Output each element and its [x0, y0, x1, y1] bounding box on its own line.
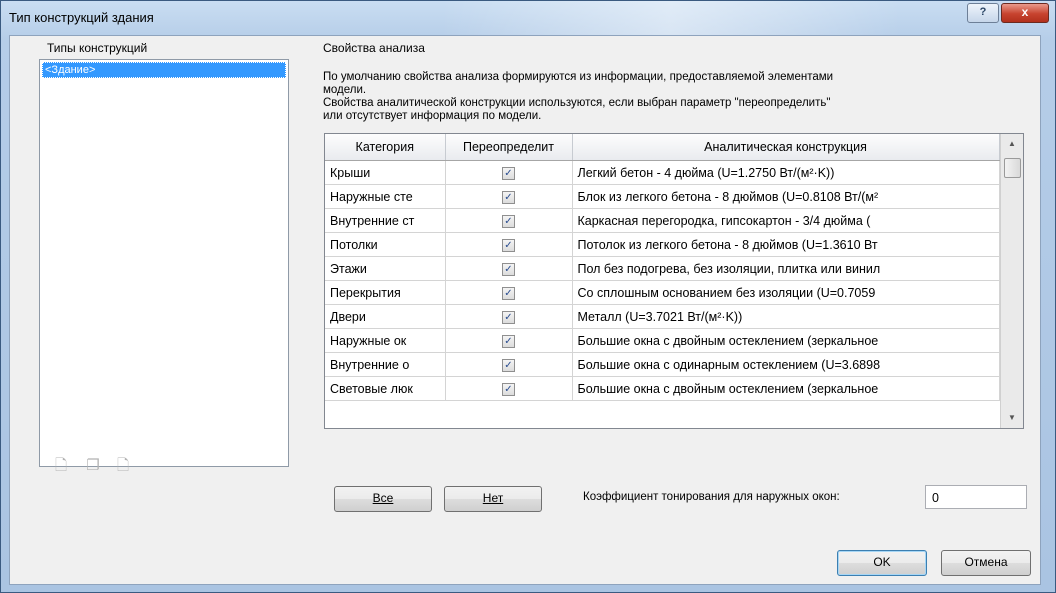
- override-cell: ✓: [445, 280, 573, 305]
- override-cell: ✓: [445, 328, 573, 353]
- construction-cell[interactable]: Большие окна с одинарным остеклением (U=…: [572, 352, 1000, 377]
- table-row[interactable]: Двери ✓ Металл (U=3.7021 Вт/(м²·K)): [325, 304, 1000, 329]
- table-row[interactable]: Потолки ✓ Потолок из легкого бетона - 8 дю…: [325, 232, 1000, 257]
- scroll-up-icon[interactable]: ▲: [1001, 134, 1023, 154]
- override-cell: ✓: [445, 256, 573, 281]
- category-cell[interactable]: Крыши: [325, 160, 446, 185]
- override-cell: ✓: [445, 376, 573, 401]
- select-none-label: Нет: [482, 491, 504, 505]
- override-cell: ✓: [445, 232, 573, 257]
- construction-cell[interactable]: Большие окна с двойным остеклением (зерк…: [572, 328, 1000, 353]
- dialog-title: Тип конструкций здания: [9, 10, 154, 25]
- table-row[interactable]: Внутренние ст ✓ Каркасная перегородка, гип…: [325, 208, 1000, 233]
- table-row[interactable]: Крыши ✓ Легкий бетон - 4 дюйма (U=1.2750 В…: [325, 160, 1000, 185]
- grid-vertical-scrollbar[interactable]: ▲ ▼: [1000, 134, 1023, 428]
- dialog-window: Тип конструкций здания ? x Типы конструк…: [0, 0, 1056, 593]
- override-checkbox[interactable]: ✓: [502, 359, 515, 372]
- scrollbar-thumb[interactable]: [1004, 158, 1021, 178]
- override-checkbox[interactable]: ✓: [502, 215, 515, 228]
- analysis-description: По умолчанию свойства анализа формируютс…: [323, 71, 1023, 123]
- override-cell: ✓: [445, 352, 573, 377]
- table-row[interactable]: Перекрытия ✓ Со сплошным основанием без из…: [325, 280, 1000, 305]
- category-cell[interactable]: Этажи: [325, 256, 446, 281]
- table-row[interactable]: Световые люк ✓ Большие окна с двойным осте…: [325, 376, 1000, 401]
- title-bar-glow: [441, 1, 901, 35]
- description-line: модели.: [323, 84, 367, 96]
- title-bar[interactable]: Тип конструкций здания ? x: [1, 1, 1055, 35]
- override-checkbox[interactable]: ✓: [502, 311, 515, 324]
- override-checkbox[interactable]: ✓: [502, 287, 515, 300]
- duplicate-construction-icon[interactable]: ❐: [85, 457, 101, 475]
- description-line: Свойства аналитической конструкции испол…: [323, 97, 831, 109]
- delete-construction-icon[interactable]: 🗋: [115, 457, 131, 475]
- new-construction-icon[interactable]: 🗋: [53, 457, 69, 475]
- category-cell[interactable]: Наружные сте: [325, 184, 446, 209]
- category-cell[interactable]: Наружные ок: [325, 328, 446, 353]
- construction-cell[interactable]: Каркасная перегородка, гипсокартон - 3/4…: [572, 208, 1000, 233]
- list-item-building[interactable]: <Здание>: [42, 62, 286, 78]
- description-line: или отсутствует информация по модели.: [323, 110, 542, 122]
- column-header-override[interactable]: Переопределит: [445, 134, 573, 161]
- help-button[interactable]: ?: [967, 3, 999, 23]
- override-cell: ✓: [445, 208, 573, 233]
- override-checkbox[interactable]: ✓: [502, 191, 515, 204]
- construction-cell[interactable]: Легкий бетон - 4 дюйма (U=1.2750 Вт/(м²·…: [572, 160, 1000, 185]
- column-header-category[interactable]: Категория: [325, 134, 446, 161]
- column-header-construction[interactable]: Аналитическая конструкция: [572, 134, 1000, 161]
- cancel-button[interactable]: Отмена: [941, 550, 1031, 576]
- override-checkbox[interactable]: ✓: [502, 383, 515, 396]
- constructions-table: Категория Переопределит Аналитическая ко…: [325, 134, 1000, 401]
- category-cell[interactable]: Потолки: [325, 232, 446, 257]
- override-checkbox[interactable]: ✓: [502, 263, 515, 276]
- override-checkbox[interactable]: ✓: [502, 335, 515, 348]
- construction-cell[interactable]: Блок из легкого бетона - 8 дюймов (U=0.8…: [572, 184, 1000, 209]
- category-cell[interactable]: Световые люк: [325, 376, 446, 401]
- close-button[interactable]: x: [1001, 3, 1049, 23]
- table-row[interactable]: Этажи ✓ Пол без подогрева, без изоляции, п…: [325, 256, 1000, 281]
- select-all-button[interactable]: Все: [334, 486, 432, 512]
- description-line: По умолчанию свойства анализа формируютс…: [323, 71, 834, 83]
- select-all-label: Все: [372, 491, 394, 505]
- construction-cell[interactable]: Большие окна с двойным остеклением (зерк…: [572, 376, 1000, 401]
- constructions-grid[interactable]: Категория Переопределит Аналитическая ко…: [324, 133, 1024, 429]
- analysis-properties-label: Свойства анализа: [323, 41, 425, 55]
- ok-button[interactable]: OK: [837, 550, 927, 576]
- category-cell[interactable]: Внутренние о: [325, 352, 446, 377]
- construction-cell[interactable]: Металл (U=3.7021 Вт/(м²·K)): [572, 304, 1000, 329]
- override-cell: ✓: [445, 184, 573, 209]
- construction-cell[interactable]: Пол без подогрева, без изоляции, плитка …: [572, 256, 1000, 281]
- override-checkbox[interactable]: ✓: [502, 239, 515, 252]
- override-cell: ✓: [445, 160, 573, 185]
- grid-header-row: Категория Переопределит Аналитическая ко…: [325, 134, 1000, 161]
- table-row[interactable]: Наружные сте ✓ Блок из легкого бетона - 8 …: [325, 184, 1000, 209]
- shading-coefficient-input[interactable]: 0: [925, 485, 1027, 509]
- construction-cell[interactable]: Со сплошным основанием без изоляции (U=0…: [572, 280, 1000, 305]
- construction-types-label: Типы конструкций: [47, 41, 148, 55]
- grid-body: Крыши ✓ Легкий бетон - 4 дюйма (U=1.2750 В…: [325, 160, 1000, 401]
- scroll-down-icon[interactable]: ▼: [1001, 408, 1023, 428]
- table-row[interactable]: Внутренние о ✓ Большие окна с одинарным ос…: [325, 352, 1000, 377]
- override-checkbox[interactable]: ✓: [502, 167, 515, 180]
- category-cell[interactable]: Перекрытия: [325, 280, 446, 305]
- category-cell[interactable]: Внутренние ст: [325, 208, 446, 233]
- category-cell[interactable]: Двери: [325, 304, 446, 329]
- construction-cell[interactable]: Потолок из легкого бетона - 8 дюймов (U=…: [572, 232, 1000, 257]
- select-none-button[interactable]: Нет: [444, 486, 542, 512]
- shading-coefficient-label: Коэффициент тонирования для наружных око…: [583, 491, 840, 503]
- table-row[interactable]: Наружные ок ✓ Большие окна с двойным остек…: [325, 328, 1000, 353]
- construction-types-list[interactable]: <Здание>: [39, 59, 289, 467]
- override-cell: ✓: [445, 304, 573, 329]
